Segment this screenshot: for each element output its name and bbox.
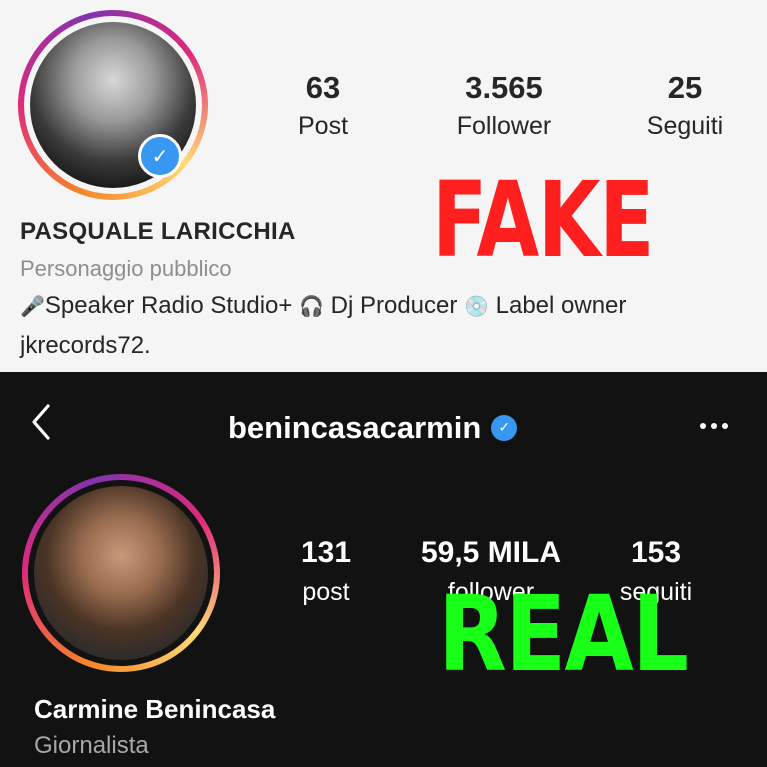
chevron-left-icon[interactable]: [28, 402, 58, 442]
stat-following-count: 153: [630, 536, 682, 569]
stat-posts[interactable]: 63 Post: [272, 70, 374, 141]
stat-following-label: Seguiti: [646, 112, 724, 140]
profile-name: PASQUALE LARICCHIA: [20, 218, 296, 245]
stat-followers[interactable]: 3.565 Follower: [440, 70, 568, 141]
microphone-icon: 🎤: [20, 294, 45, 318]
profile-category: Personaggio pubblico: [20, 256, 232, 281]
profile-bio: 🎤Speaker Radio Studio+ 🎧 Dj Producer 💿 L…: [20, 292, 627, 319]
stat-posts-count: 131: [300, 536, 352, 569]
stat-followers-count: 3.565: [465, 70, 543, 105]
username: benincasacarmin: [228, 410, 482, 445]
profile-bio-line-2: jkrecords72.: [20, 332, 151, 359]
stat-posts-count: 63: [305, 70, 341, 105]
real-profile-panel: benincasacarmin ✓ 131 post 59,5 MILA fol…: [0, 372, 767, 767]
verified-badge-icon: ✓: [491, 415, 518, 441]
stat-posts-label: post: [302, 578, 350, 606]
profile-category: Giornalista: [34, 732, 149, 759]
profile-name: Carmine Benincasa: [34, 694, 276, 724]
header-username: benincasacarmin ✓: [228, 410, 518, 446]
fake-profile-panel: ✓ 63 Post 3.565 Follower 25 Seguiti FAKE…: [0, 0, 767, 372]
stat-followers-label: Follower: [456, 112, 552, 140]
stat-posts[interactable]: 131 post: [280, 536, 372, 607]
verified-badge-icon: ✓: [138, 134, 182, 178]
headphones-icon: 🎧: [299, 294, 324, 318]
real-stamp: REAL: [438, 573, 689, 695]
fake-stamp: FAKE: [432, 159, 654, 281]
disc-icon: 💿: [464, 294, 489, 318]
stat-following-count: 25: [667, 70, 703, 105]
stat-following[interactable]: 25 Seguiti: [634, 70, 736, 141]
stat-posts-label: Post: [297, 112, 349, 140]
more-horizontal-icon[interactable]: [694, 408, 734, 444]
stat-followers-count: 59,5 MILA: [420, 536, 562, 569]
avatar[interactable]: [34, 486, 208, 660]
